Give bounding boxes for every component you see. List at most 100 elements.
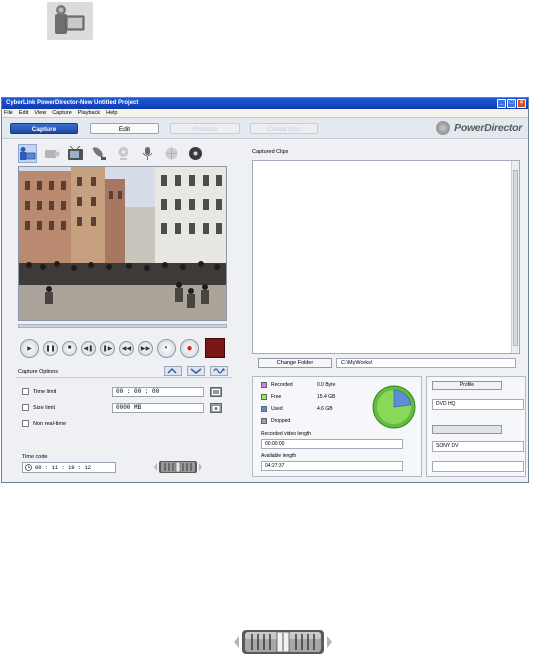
time-limit-calendar-icon[interactable] [210, 387, 222, 397]
free-swatch [261, 394, 267, 400]
minimize-button[interactable]: _ [497, 99, 506, 108]
seek-bar[interactable] [18, 324, 227, 328]
window-title: CyberLink PowerDirector-New Untitled Pro… [6, 100, 139, 106]
satellite-icon[interactable] [90, 144, 109, 163]
previous-frame-button[interactable]: ◀❚ [81, 340, 96, 356]
capture-options-label: Capture Options [18, 369, 59, 375]
recorded-legend: Recorded [261, 382, 293, 388]
capture-options-header: Capture Options [16, 366, 232, 378]
folder-bar: Change Folder C:\MyWorks\ [252, 357, 520, 369]
free-value: 15.4 GB [317, 394, 336, 400]
video-preview [18, 166, 227, 321]
play-button[interactable]: ▶ [20, 338, 39, 358]
time-limit-row: Time limit [22, 388, 56, 395]
change-folder-button[interactable]: Change Folder [258, 358, 332, 368]
size-limit-label: Size limit [33, 404, 56, 411]
hdv-camcorder-icon[interactable] [42, 144, 61, 163]
dv-camcorder-icon[interactable] [18, 143, 37, 163]
stop-button[interactable]: ■ [62, 340, 77, 356]
capture-source-row [16, 142, 232, 164]
edit-mode-button[interactable]: Edit [90, 123, 159, 134]
produce-mode-button: Produce [170, 123, 240, 134]
time-limit-label: Time limit [33, 388, 57, 395]
create-disc-mode-button: Create Disc [250, 123, 318, 134]
brand: PowerDirector [436, 121, 522, 135]
empty-field [432, 461, 524, 472]
dv-camcorder-icon[interactable] [47, 2, 93, 40]
menu-file[interactable]: File [4, 109, 13, 117]
non-realtime-label: Non real-time [33, 420, 67, 427]
free-legend: Free [261, 394, 281, 400]
device-field: SONY DV [432, 441, 524, 452]
scene-detect-icon[interactable] [164, 366, 182, 376]
menu-help[interactable]: Help [106, 109, 117, 117]
maximize-button[interactable]: □ [507, 99, 516, 108]
capture-mode-button[interactable]: Capture [10, 123, 78, 134]
profile-panel: Profile DVD HQ SONY DV [426, 376, 526, 477]
tv-icon[interactable] [66, 144, 85, 163]
capture-left-panel: ▶ ❚❚ ■ ◀❚ ❚▶ ◀◀ ▶▶ 🔈︎ ● Capture Options [16, 142, 232, 478]
clips-scroll-thumb[interactable] [513, 170, 518, 346]
dropped-swatch [261, 418, 267, 424]
pause-button[interactable]: ❚❚ [43, 340, 58, 356]
jog-shuttle-small[interactable] [148, 460, 208, 474]
app-window: CyberLink PowerDirector-New Untitled Pro… [1, 97, 529, 483]
disk-usage-pie [372, 385, 416, 429]
used-swatch [261, 406, 267, 412]
jog-shuttle-large[interactable] [232, 628, 334, 656]
volume-button[interactable]: 🔈︎ [157, 338, 176, 358]
size-limit-checkbox[interactable] [22, 404, 29, 411]
timecode-label: Time code [22, 454, 48, 460]
available-length-field: 04:27:37 [261, 461, 403, 471]
clips-scrollbar[interactable] [511, 161, 519, 353]
disc-icon[interactable] [186, 144, 205, 163]
cyberlink-logo [436, 121, 451, 135]
profile-button[interactable]: Profile [432, 381, 502, 390]
menu-playback[interactable]: Playback [78, 109, 100, 117]
rewind-button[interactable]: ◀◀ [119, 340, 134, 356]
close-button[interactable]: × [517, 99, 526, 108]
used-value: 4.6 GB [317, 406, 333, 412]
clock-icon [25, 464, 32, 471]
menu-capture[interactable]: Capture [52, 109, 72, 117]
time-limit-field[interactable]: 00 : 00 : 00 [112, 387, 204, 397]
brand-name: PowerDirector [454, 122, 522, 134]
record-stop-button[interactable] [205, 338, 225, 358]
title-bar: CyberLink PowerDirector-New Untitled Pro… [2, 98, 528, 109]
size-limit-field[interactable]: 0000 MB [112, 403, 204, 413]
menu-bar: File Edit View Capture Playback Help [2, 109, 528, 118]
webcam-icon[interactable] [114, 144, 133, 163]
device-button [432, 425, 502, 434]
dropped-label: Dropped [271, 418, 291, 424]
size-limit-row: Size limit [22, 404, 55, 411]
captured-clips-panel: Captured Clips Change Folder C:\MyWorks\… [250, 142, 528, 478]
record-button[interactable]: ● [180, 338, 199, 358]
internet-icon[interactable] [162, 144, 181, 163]
microphone-icon[interactable] [138, 144, 157, 163]
non-realtime-checkbox[interactable] [22, 420, 29, 427]
captured-clips-label: Captured Clips [252, 149, 289, 155]
menu-edit[interactable]: Edit [19, 109, 28, 117]
menu-view[interactable]: View [34, 109, 46, 117]
free-label: Free [271, 394, 282, 400]
non-realtime-row: Non real-time [22, 420, 66, 427]
recorded-swatch [261, 382, 267, 388]
fast-forward-button[interactable]: ▶▶ [138, 340, 153, 356]
captured-clips-list[interactable] [252, 160, 520, 354]
time-limit-checkbox[interactable] [22, 388, 29, 395]
recorded-length-label: Recorded video length [261, 431, 312, 437]
recorded-length-field: 00:00:00 [261, 439, 403, 449]
video-settings-icon[interactable] [187, 366, 205, 376]
snapshot-camera-icon[interactable] [210, 403, 222, 413]
used-label: Used [271, 406, 283, 412]
dropped-legend: Dropped [261, 418, 290, 424]
disk-space-panel: Recorded 0.0 Byte Free 15.4 GB Used 4.6 … [252, 376, 422, 477]
timecode-field: 00 : 11 : 19 : 12 [22, 462, 116, 473]
folder-path-field: C:\MyWorks\ [336, 358, 516, 368]
audio-settings-icon[interactable] [210, 366, 228, 376]
available-length-label: Available length [261, 453, 297, 459]
next-frame-button[interactable]: ❚▶ [100, 340, 115, 356]
recorded-value: 0.0 Byte [317, 382, 336, 388]
timecode-value: 00 : 11 : 19 : 12 [35, 464, 92, 471]
used-legend: Used [261, 406, 283, 412]
